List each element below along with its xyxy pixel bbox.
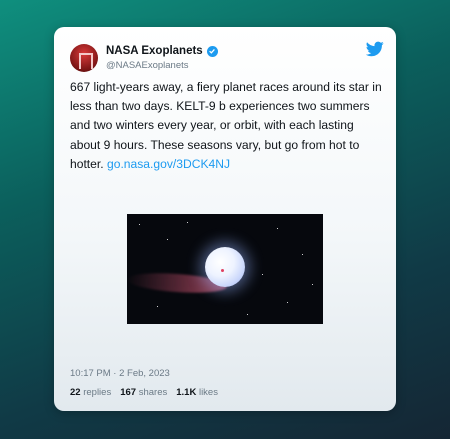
likes-count: 1.1K — [176, 387, 197, 398]
avatar[interactable] — [70, 44, 98, 72]
verified-badge-icon — [206, 45, 218, 57]
author-handle[interactable]: @NASAExoplanets — [106, 60, 189, 71]
tweet-image[interactable] — [127, 214, 323, 324]
twitter-bird-icon[interactable] — [366, 41, 384, 57]
shares-count: 167 — [120, 387, 137, 398]
likes-label: likes — [198, 387, 218, 398]
tweet-stats: 22 replies 167 shares 1.1K likes — [70, 387, 218, 398]
shares-stat[interactable]: 167 shares — [120, 387, 167, 398]
replies-stat[interactable]: 22 replies — [70, 387, 111, 398]
tweet-timestamp[interactable]: 10:17 PM · 2 Feb, 2023 — [70, 368, 170, 379]
likes-stat[interactable]: 1.1K likes — [176, 387, 218, 398]
author-display-name[interactable]: NASA Exoplanets — [106, 45, 203, 57]
shares-label: shares — [138, 387, 168, 398]
planet — [205, 247, 245, 287]
author-name-row: NASA Exoplanets — [106, 45, 218, 57]
tweet-text: 667 light-years away, a fiery planet rac… — [70, 78, 382, 174]
replies-count: 22 — [70, 387, 81, 398]
tweet-card: NASA Exoplanets @NASAExoplanets 667 ligh… — [54, 27, 396, 411]
replies-label: replies — [83, 387, 112, 398]
planet-marker — [221, 269, 224, 272]
tweet-link[interactable]: go.nasa.gov/3DCK4NJ — [107, 157, 230, 171]
